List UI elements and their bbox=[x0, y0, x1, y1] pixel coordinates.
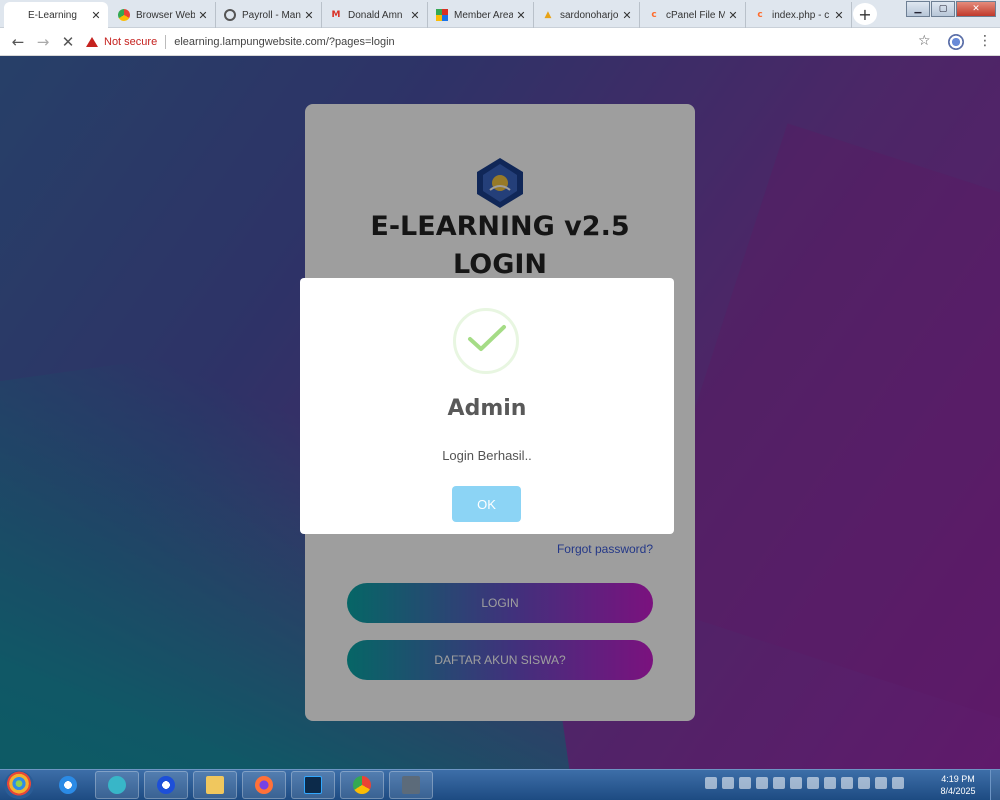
close-tab-icon[interactable]: ✕ bbox=[90, 9, 102, 22]
windows-taskbar: 4:19 PM 8/4/2025 bbox=[0, 769, 1000, 800]
tab-index-php[interactable]: c index.php - c ✕ bbox=[748, 2, 852, 28]
file-explorer-icon[interactable] bbox=[193, 771, 237, 799]
dialog-title: Admin bbox=[447, 396, 527, 421]
signal-icon[interactable] bbox=[739, 777, 751, 789]
app-terminal-icon[interactable] bbox=[389, 771, 433, 799]
chrome-icon[interactable] bbox=[340, 771, 384, 799]
app-blue-icon[interactable] bbox=[144, 771, 188, 799]
tab-title: Browser Web bbox=[136, 9, 195, 21]
firefox-icon[interactable] bbox=[242, 771, 286, 799]
close-tab-icon[interactable]: ✕ bbox=[727, 9, 739, 22]
globe-icon bbox=[224, 9, 236, 21]
success-dialog: Admin Login Berhasil.. OK bbox=[300, 278, 674, 534]
tab-member-area[interactable]: Member Area ✕ bbox=[430, 2, 534, 28]
page-icon bbox=[10, 9, 22, 21]
system-tray bbox=[705, 777, 904, 789]
address-bar-row: ← → ✕ Not secure elearning.lampungwebsit… bbox=[0, 28, 1000, 56]
dialog-message: Login Berhasil.. bbox=[442, 448, 532, 463]
tab-browser-web[interactable]: Browser Web ✕ bbox=[112, 2, 216, 28]
url-bar[interactable]: Not secure elearning.lampungwebsite.com/… bbox=[86, 31, 946, 53]
extension-icon[interactable] bbox=[948, 34, 964, 50]
checkmark-icon bbox=[468, 325, 506, 351]
network-icon[interactable] bbox=[858, 777, 870, 789]
forward-arrow-icon[interactable]: → bbox=[33, 32, 53, 52]
tray-app-icon[interactable] bbox=[841, 777, 853, 789]
close-tab-icon[interactable]: ✕ bbox=[409, 9, 421, 22]
tray-app-icon[interactable] bbox=[790, 777, 802, 789]
tab-title: index.php - c bbox=[772, 9, 830, 21]
show-desktop-button[interactable] bbox=[990, 770, 1000, 800]
tab-cpanel-file-manager[interactable]: c cPanel File M ✕ bbox=[642, 2, 746, 28]
app-s-icon[interactable] bbox=[95, 771, 139, 799]
warning-icon bbox=[86, 37, 98, 47]
close-tab-icon[interactable]: ✕ bbox=[197, 9, 209, 22]
stop-loading-icon[interactable]: ✕ bbox=[58, 32, 78, 52]
taskbar-clock[interactable]: 4:19 PM 8/4/2025 bbox=[928, 773, 988, 797]
sardono-icon: ▲ bbox=[544, 10, 552, 20]
ok-button[interactable]: OK bbox=[452, 486, 521, 522]
tab-title: sardonoharjo bbox=[560, 9, 619, 21]
maximize-button[interactable]: ▢ bbox=[931, 1, 955, 17]
window-controls: ▁ ▢ ✕ bbox=[905, 1, 996, 17]
chrome-icon bbox=[118, 9, 130, 21]
menu-kebab-icon[interactable]: ⋮ bbox=[978, 33, 992, 49]
tray-app-icon[interactable] bbox=[705, 777, 717, 789]
minimize-button[interactable]: ▁ bbox=[906, 1, 930, 17]
gmail-icon: M bbox=[331, 10, 341, 20]
clock-date: 8/4/2025 bbox=[940, 786, 976, 796]
tab-title: Payroll - Man bbox=[242, 9, 301, 21]
cpanel-icon: c bbox=[651, 10, 657, 20]
tab-title: cPanel File M bbox=[666, 9, 725, 21]
start-button[interactable] bbox=[4, 771, 34, 799]
clock-time: 4:19 PM bbox=[941, 774, 975, 784]
tab-sardonoharjo[interactable]: ▲ sardonoharjo ✕ bbox=[536, 2, 640, 28]
tab-gmail[interactable]: M Donald Amn ✕ bbox=[324, 2, 428, 28]
tab-strip: E-Learning ✕ Browser Web ✕ Payroll - Man… bbox=[0, 0, 1000, 28]
tab-payroll[interactable]: Payroll - Man ✕ bbox=[218, 2, 322, 28]
back-arrow-icon[interactable]: ← bbox=[8, 32, 28, 52]
not-secure-label[interactable]: Not secure bbox=[104, 36, 157, 48]
flag-icon[interactable] bbox=[892, 777, 904, 789]
url-text[interactable]: elearning.lampungwebsite.com/?pages=logi… bbox=[174, 36, 394, 48]
speaker-icon[interactable] bbox=[875, 777, 887, 789]
page-viewport: E-LEARNING v2.5 LOGIN Forgot password? L… bbox=[0, 56, 1000, 769]
photoshop-icon[interactable] bbox=[291, 771, 335, 799]
new-tab-button[interactable]: + bbox=[853, 3, 877, 25]
tray-app-icon[interactable] bbox=[773, 777, 785, 789]
volume-icon[interactable] bbox=[756, 777, 768, 789]
tray-app-icon[interactable] bbox=[807, 777, 819, 789]
close-tab-icon[interactable]: ✕ bbox=[515, 9, 527, 22]
tray-app-icon[interactable] bbox=[824, 777, 836, 789]
divider bbox=[165, 35, 167, 49]
tray-app-icon[interactable] bbox=[722, 777, 734, 789]
tab-title: Member Area bbox=[454, 9, 513, 21]
close-tab-icon[interactable]: ✕ bbox=[621, 9, 633, 22]
grid-icon bbox=[436, 9, 448, 21]
tab-e-learning[interactable]: E-Learning ✕ bbox=[4, 2, 108, 28]
close-tab-icon[interactable]: ✕ bbox=[303, 9, 315, 22]
tab-title: Donald Amn bbox=[348, 9, 403, 21]
cpanel-icon: c bbox=[757, 10, 763, 20]
tab-title: E-Learning bbox=[28, 9, 77, 21]
close-tab-icon[interactable]: ✕ bbox=[833, 9, 845, 22]
bookmark-star-icon[interactable]: ☆ bbox=[918, 33, 931, 49]
close-window-button[interactable]: ✕ bbox=[956, 1, 996, 17]
internet-explorer-icon[interactable] bbox=[46, 771, 90, 799]
